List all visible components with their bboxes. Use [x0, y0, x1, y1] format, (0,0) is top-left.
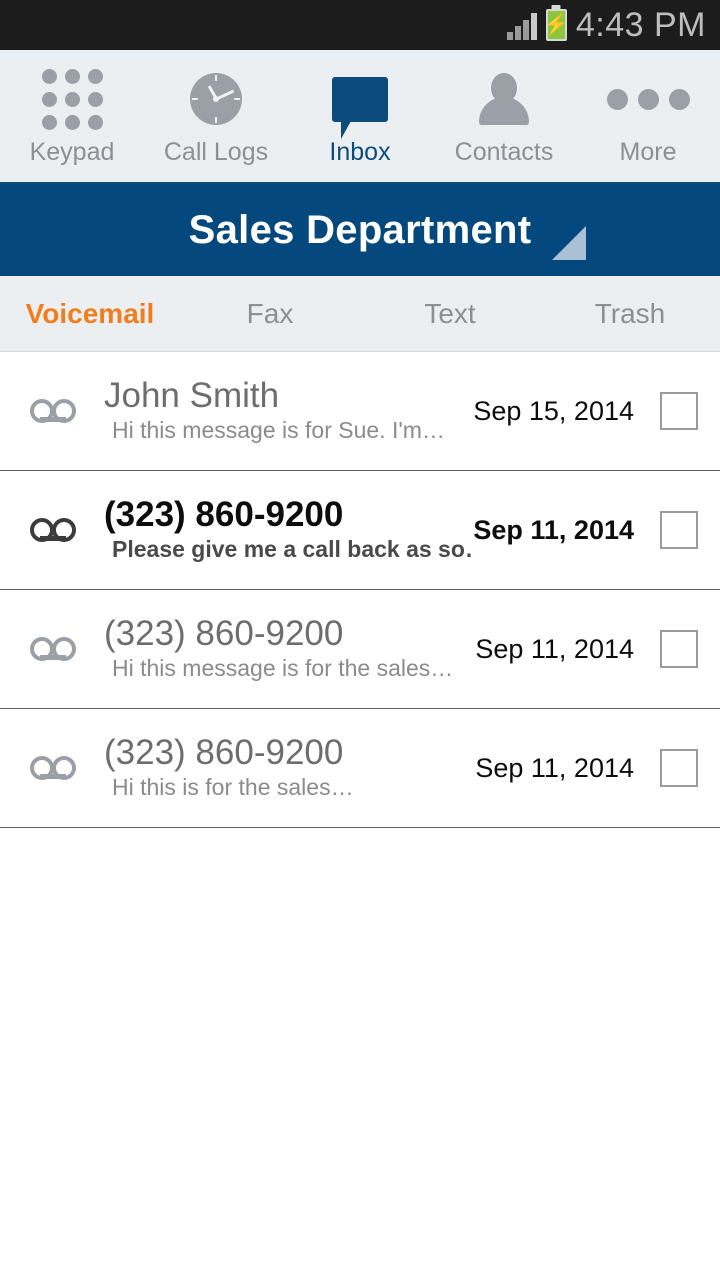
nav-item-keypad[interactable]: Keypad — [0, 68, 144, 167]
nav-item-call-logs[interactable]: Call Logs — [144, 68, 288, 167]
nav-label-contacts: Contacts — [454, 138, 554, 166]
message-type-tabs: Voicemail Fax Text Trash — [0, 276, 720, 352]
voicemail-preview: Hi this is for the sales… — [112, 773, 354, 800]
nav-item-contacts[interactable]: Contacts — [432, 68, 576, 167]
voicemail-preview: Hi this message is for Sue. I'm… — [112, 416, 445, 443]
voicemail-preview: Hi this message is for the sales… — [112, 654, 454, 681]
nav-label-keypad: Keypad — [29, 138, 115, 166]
tab-voicemail[interactable]: Voicemail — [0, 298, 180, 330]
tab-text[interactable]: Text — [360, 298, 540, 330]
voicemail-checkbox[interactable] — [660, 749, 698, 787]
nav-label-call-logs: Call Logs — [163, 138, 269, 166]
charging-bolt-icon: ⚡ — [543, 14, 569, 36]
voicemail-row-content: (323) 860-9200 Hi this is for the sales… — [104, 735, 475, 801]
speech-bubble-icon — [332, 68, 388, 139]
voicemail-row-content: John Smith Hi this message is for Sue. I… — [104, 378, 473, 444]
voicemail-row[interactable]: (323) 860-9200 Hi this is for the sales…… — [0, 709, 720, 828]
voicemail-checkbox[interactable] — [660, 511, 698, 549]
corner-triangle-icon[interactable] — [552, 226, 586, 260]
nav-label-more: More — [619, 138, 677, 166]
status-bar: ⚡ 4:43 PM — [0, 0, 720, 50]
voicemail-icon — [30, 756, 76, 780]
top-navigation-bar: Keypad Call Logs Inbox Contacts More — [0, 50, 720, 184]
voicemail-caller: (323) 860-9200 — [104, 497, 344, 534]
voicemail-row-content: (323) 860-9200 Please give me a call bac… — [104, 497, 473, 563]
voicemail-date: Sep 11, 2014 — [473, 514, 634, 545]
voicemail-caller: John Smith — [104, 378, 280, 415]
voicemail-icon — [30, 518, 76, 542]
voicemail-icon — [30, 637, 76, 661]
nav-item-inbox[interactable]: Inbox — [288, 68, 432, 167]
battery-charging-icon: ⚡ — [543, 9, 569, 41]
page-title: Sales Department — [188, 207, 532, 252]
ellipsis-icon — [606, 68, 690, 130]
voicemail-row-content: (323) 860-9200 Hi this message is for th… — [104, 616, 475, 682]
voicemail-caller: (323) 860-9200 — [104, 616, 344, 653]
clock-icon — [190, 68, 242, 130]
person-icon — [477, 68, 531, 130]
signal-bars-icon — [506, 10, 537, 40]
voicemail-icon — [30, 399, 76, 423]
voicemail-date: Sep 11, 2014 — [475, 633, 634, 664]
nav-label-inbox: Inbox — [329, 138, 391, 166]
voicemail-preview: Please give me a call back as so… — [112, 535, 474, 562]
nav-item-more[interactable]: More — [576, 68, 720, 167]
voicemail-checkbox[interactable] — [660, 392, 698, 430]
tab-fax[interactable]: Fax — [180, 298, 360, 330]
voicemail-caller: (323) 860-9200 — [104, 735, 344, 772]
keypad-grid-icon — [41, 68, 103, 130]
voicemail-row[interactable]: (323) 860-9200 Hi this message is for th… — [0, 590, 720, 709]
voicemail-row[interactable]: John Smith Hi this message is for Sue. I… — [0, 352, 720, 471]
status-bar-clock: 4:43 PM — [575, 5, 706, 44]
tab-trash[interactable]: Trash — [540, 298, 720, 330]
department-header[interactable]: Sales Department — [0, 184, 720, 276]
app-screen: ⚡ 4:43 PM Keypad Call Logs Inbox Contact… — [0, 0, 720, 1280]
voicemail-list: John Smith Hi this message is for Sue. I… — [0, 352, 720, 828]
voicemail-checkbox[interactable] — [660, 630, 698, 668]
voicemail-date: Sep 11, 2014 — [475, 752, 634, 783]
voicemail-date: Sep 15, 2014 — [473, 395, 634, 426]
voicemail-row[interactable]: (323) 860-9200 Please give me a call bac… — [0, 471, 720, 590]
